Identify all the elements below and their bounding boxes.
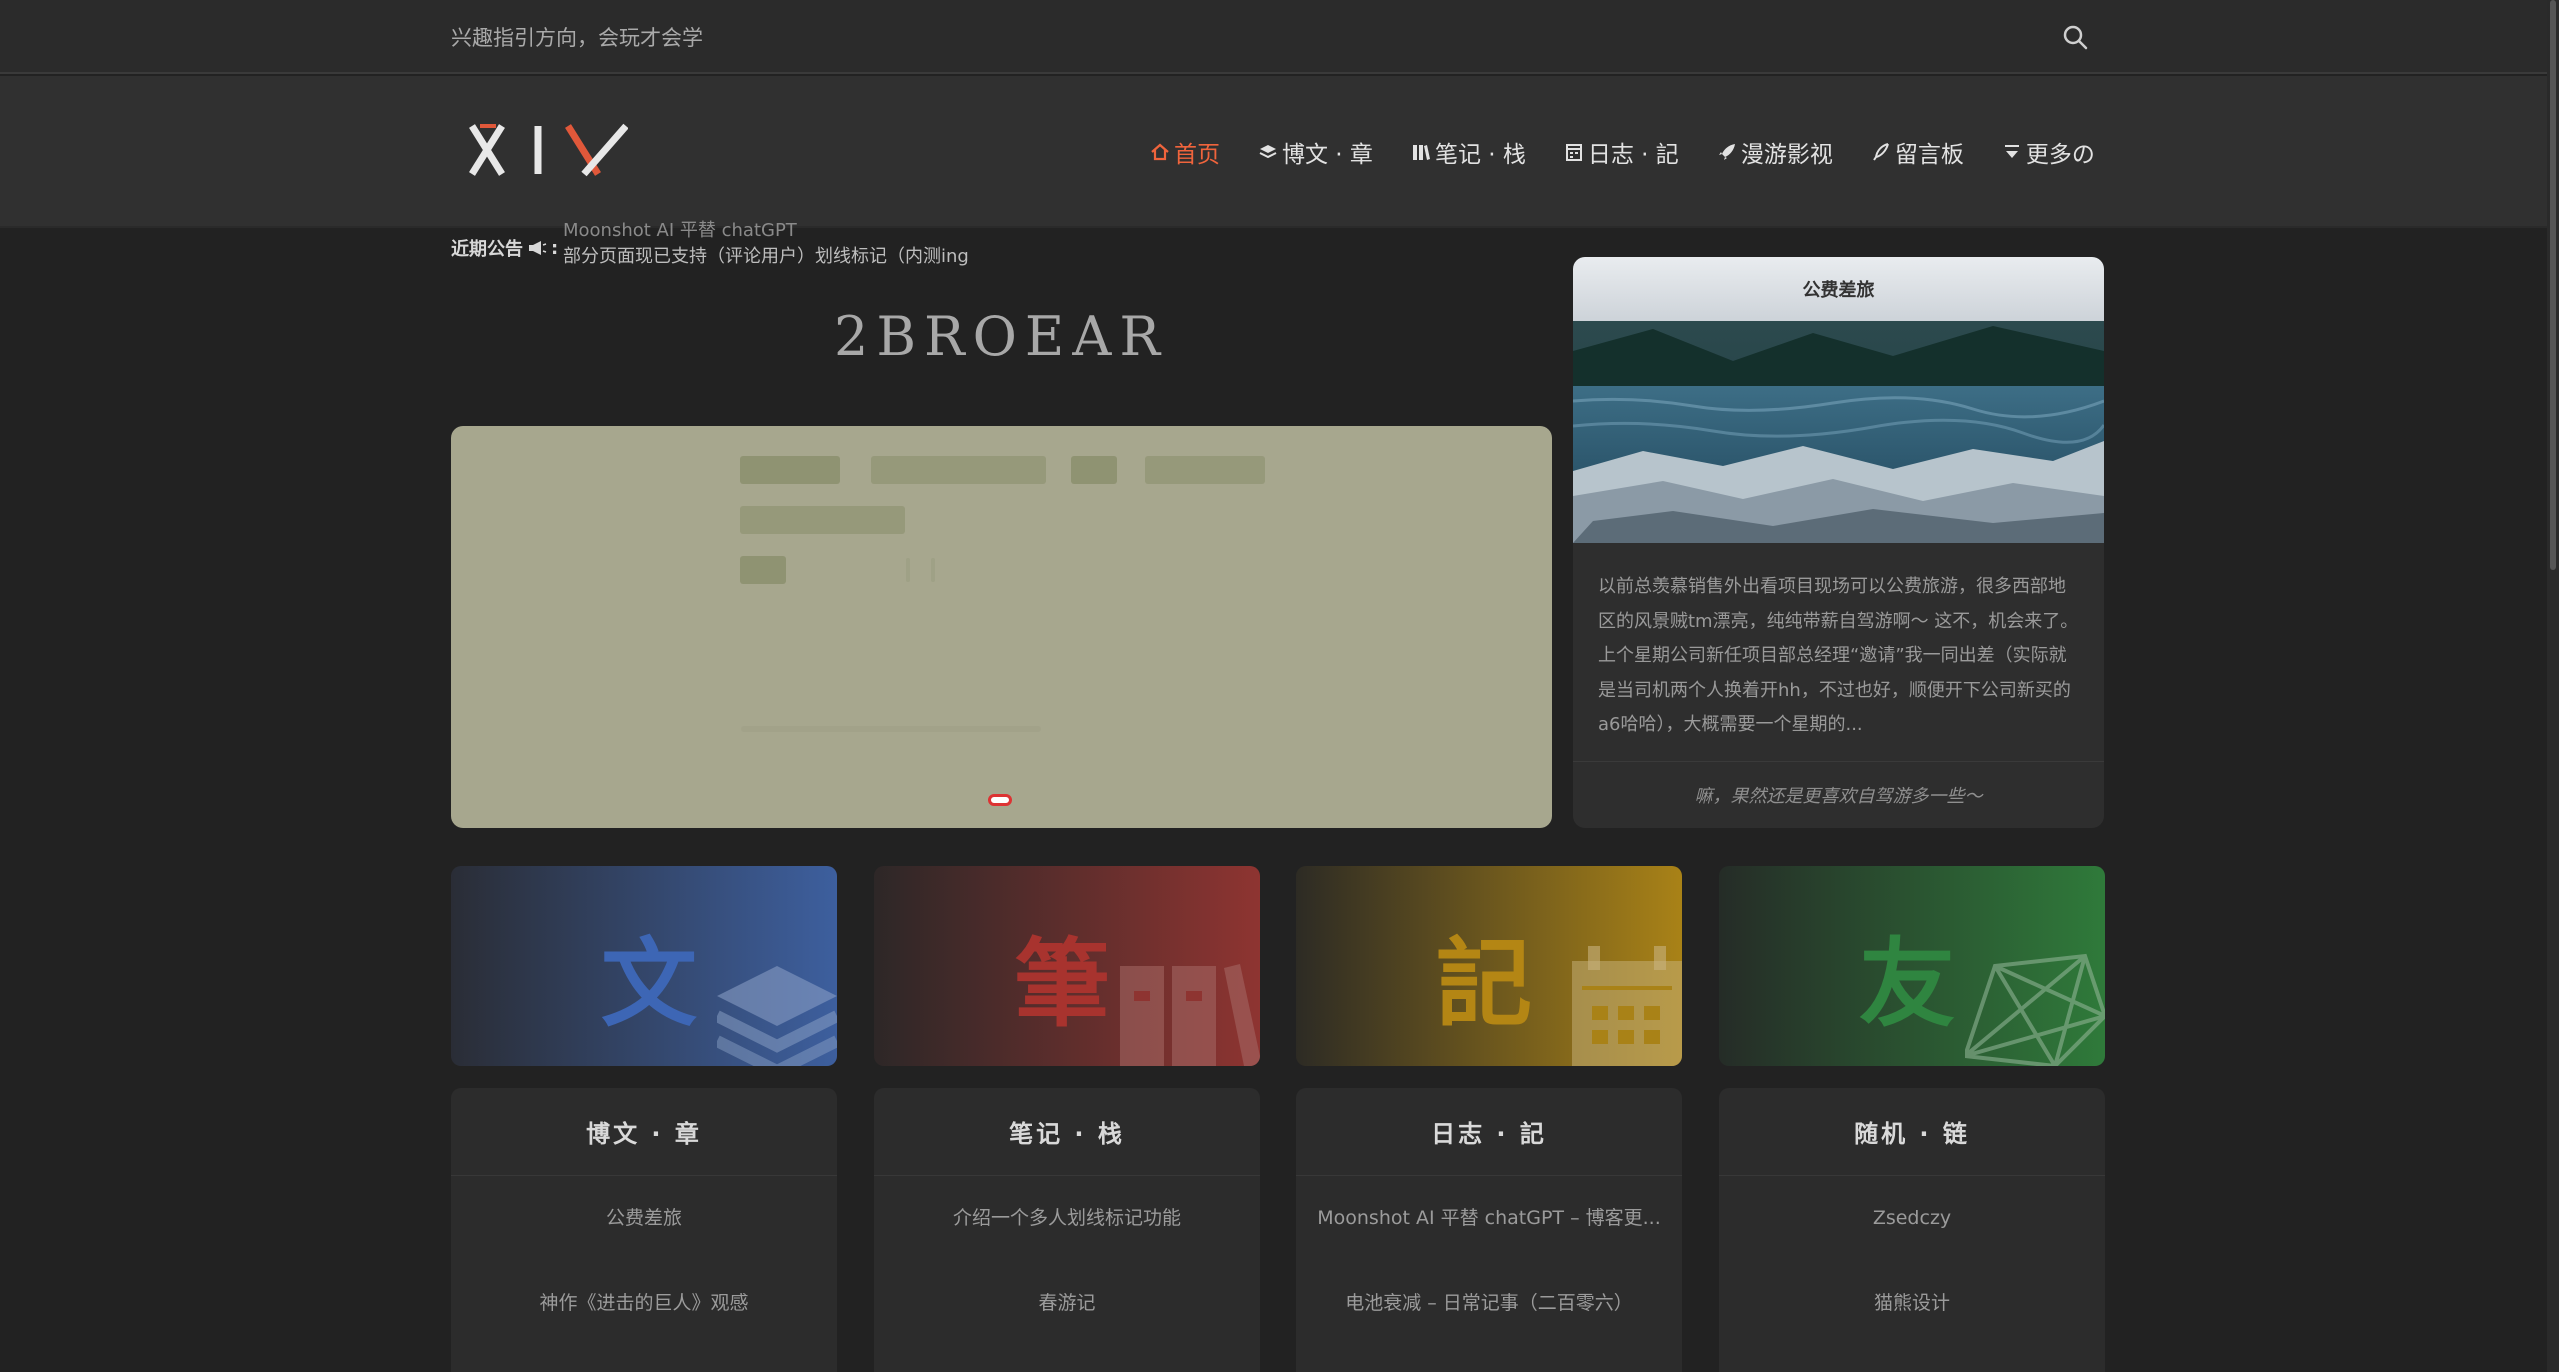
search-button[interactable] (2060, 22, 2090, 52)
list-title: 日志 · 記 (1296, 1088, 1682, 1176)
layers-icon (717, 966, 837, 1066)
nav-more[interactable]: 更多の (2002, 135, 2095, 169)
tile-glyph: 友 (1859, 927, 1955, 1040)
sort-down-icon (2004, 145, 2019, 158)
nav-guestbook[interactable]: 留言板 (1871, 135, 1964, 169)
announcement-text[interactable]: 部分页面现已支持（评论用户）划线标记（内测ing (563, 242, 969, 266)
list-title: 随机 · 链 (1719, 1088, 2105, 1176)
featured-post-title[interactable]: 公费差旅 (1573, 257, 2104, 321)
hero-slider[interactable] (451, 426, 1552, 828)
list-item-link[interactable]: Zsedczy (1719, 1176, 2105, 1261)
slide-placeholder (741, 726, 1041, 732)
nav-home[interactable]: 首页 (1150, 135, 1220, 169)
list-card-articles: 博文 · 章 公费差旅 神作《进击的巨人》观感 (451, 1088, 837, 1372)
slide-placeholder (871, 456, 1046, 484)
scrollbar-thumb[interactable] (2550, 0, 2556, 570)
nav-movies[interactable]: 漫游影视 (1717, 135, 1833, 169)
layers-icon (1259, 145, 1277, 159)
search-icon (2063, 25, 2088, 50)
list-item-link[interactable]: 电池衰减 – 日常记事（二百零六） (1296, 1261, 1682, 1346)
slide-placeholder (1145, 456, 1265, 484)
slide-placeholder (931, 558, 935, 582)
megaphone-icon (529, 241, 547, 255)
slide-placeholder (740, 506, 905, 534)
featured-post-card[interactable]: 公费差旅 以前总羡慕销售外出看项目现场可以公费旅游，很多西部地区的风景贼tm漂亮… (1573, 257, 2104, 828)
feather-icon (1872, 143, 1889, 161)
page-scrollbar[interactable] (2547, 0, 2559, 1372)
list-item-link[interactable]: 公费差旅 (451, 1176, 837, 1261)
main-header: 首页 博文 · 章 笔记 · 栈 日志 · 記 漫游影视 留言板 更多の (0, 76, 2559, 228)
site-logo[interactable] (468, 120, 629, 180)
site-title: 2BROEAR (833, 305, 1169, 368)
featured-post-excerpt: 以前总羡慕销售外出看项目现场可以公费旅游，很多西部地区的风景贼tm漂亮，纯纯带薪… (1598, 576, 2079, 735)
list-item-link[interactable]: 神作《进击的巨人》观感 (451, 1261, 837, 1346)
category-tile-articles[interactable]: 文 (451, 866, 837, 1066)
list-card-notes: 笔记 · 栈 介绍一个多人划线标记功能 春游记 (874, 1088, 1260, 1372)
slider-pagination-dot[interactable] (988, 794, 1012, 806)
list-title: 博文 · 章 (451, 1088, 837, 1176)
nav-articles[interactable]: 博文 · 章 (1258, 135, 1373, 169)
list-title: 笔记 · 栈 (874, 1088, 1260, 1176)
site-tagline: 兴趣指引方向，会玩才会学 (451, 26, 703, 50)
announcement-label: 近期公告 : (451, 237, 559, 261)
category-tile-friends[interactable]: 友 (1719, 866, 2105, 1066)
tile-glyph: 記 (1436, 927, 1532, 1040)
list-item-link[interactable]: Moonshot AI 平替 chatGPT – 博客更... (1296, 1176, 1682, 1261)
tile-glyph: 筆 (1014, 927, 1110, 1040)
books-icon (1412, 145, 1430, 160)
list-item-link[interactable]: 春游记 (874, 1261, 1260, 1346)
category-tile-journal[interactable]: 記 (1296, 866, 1682, 1066)
main-nav: 首页 博文 · 章 笔记 · 栈 日志 · 記 漫游影视 留言板 更多の (1150, 134, 2095, 170)
nav-notes[interactable]: 笔记 · 栈 (1411, 135, 1526, 169)
calendar-icon (1565, 144, 1582, 161)
category-tile-notes[interactable]: 筆 (874, 866, 1260, 1066)
books-icon (1120, 964, 1260, 1066)
slide-placeholder (1071, 456, 1117, 484)
slide-placeholder (740, 456, 840, 484)
announcement-bar: 近期公告 : Moonshot AI 平替 chatGPT 部分页面现已支持（评… (451, 218, 1551, 266)
network-icon (1965, 953, 2105, 1066)
home-icon (1151, 143, 1169, 161)
nav-journal[interactable]: 日志 · 記 (1564, 135, 1679, 169)
featured-post-footer: 嘛，果然还是更喜欢自驾游多一些～ (1573, 761, 2104, 828)
slide-placeholder (906, 558, 910, 582)
tile-glyph: 文 (601, 927, 697, 1040)
list-item-link[interactable]: 猫熊设计 (1719, 1261, 2105, 1346)
calendar-icon (1572, 946, 1682, 1066)
list-item-link[interactable]: 介绍一个多人划线标记功能 (874, 1176, 1260, 1261)
list-card-journal: 日志 · 記 Moonshot AI 平替 chatGPT – 博客更... 电… (1296, 1088, 1682, 1372)
announcement-prev: Moonshot AI 平替 chatGPT (563, 220, 797, 241)
featured-post-image[interactable] (1573, 321, 2104, 543)
rocket-icon (1718, 144, 1735, 160)
top-bar: 兴趣指引方向，会玩才会学 (0, 0, 2559, 74)
slide-placeholder (740, 556, 786, 584)
list-card-friends: 随机 · 链 Zsedczy 猫熊设计 (1719, 1088, 2105, 1372)
